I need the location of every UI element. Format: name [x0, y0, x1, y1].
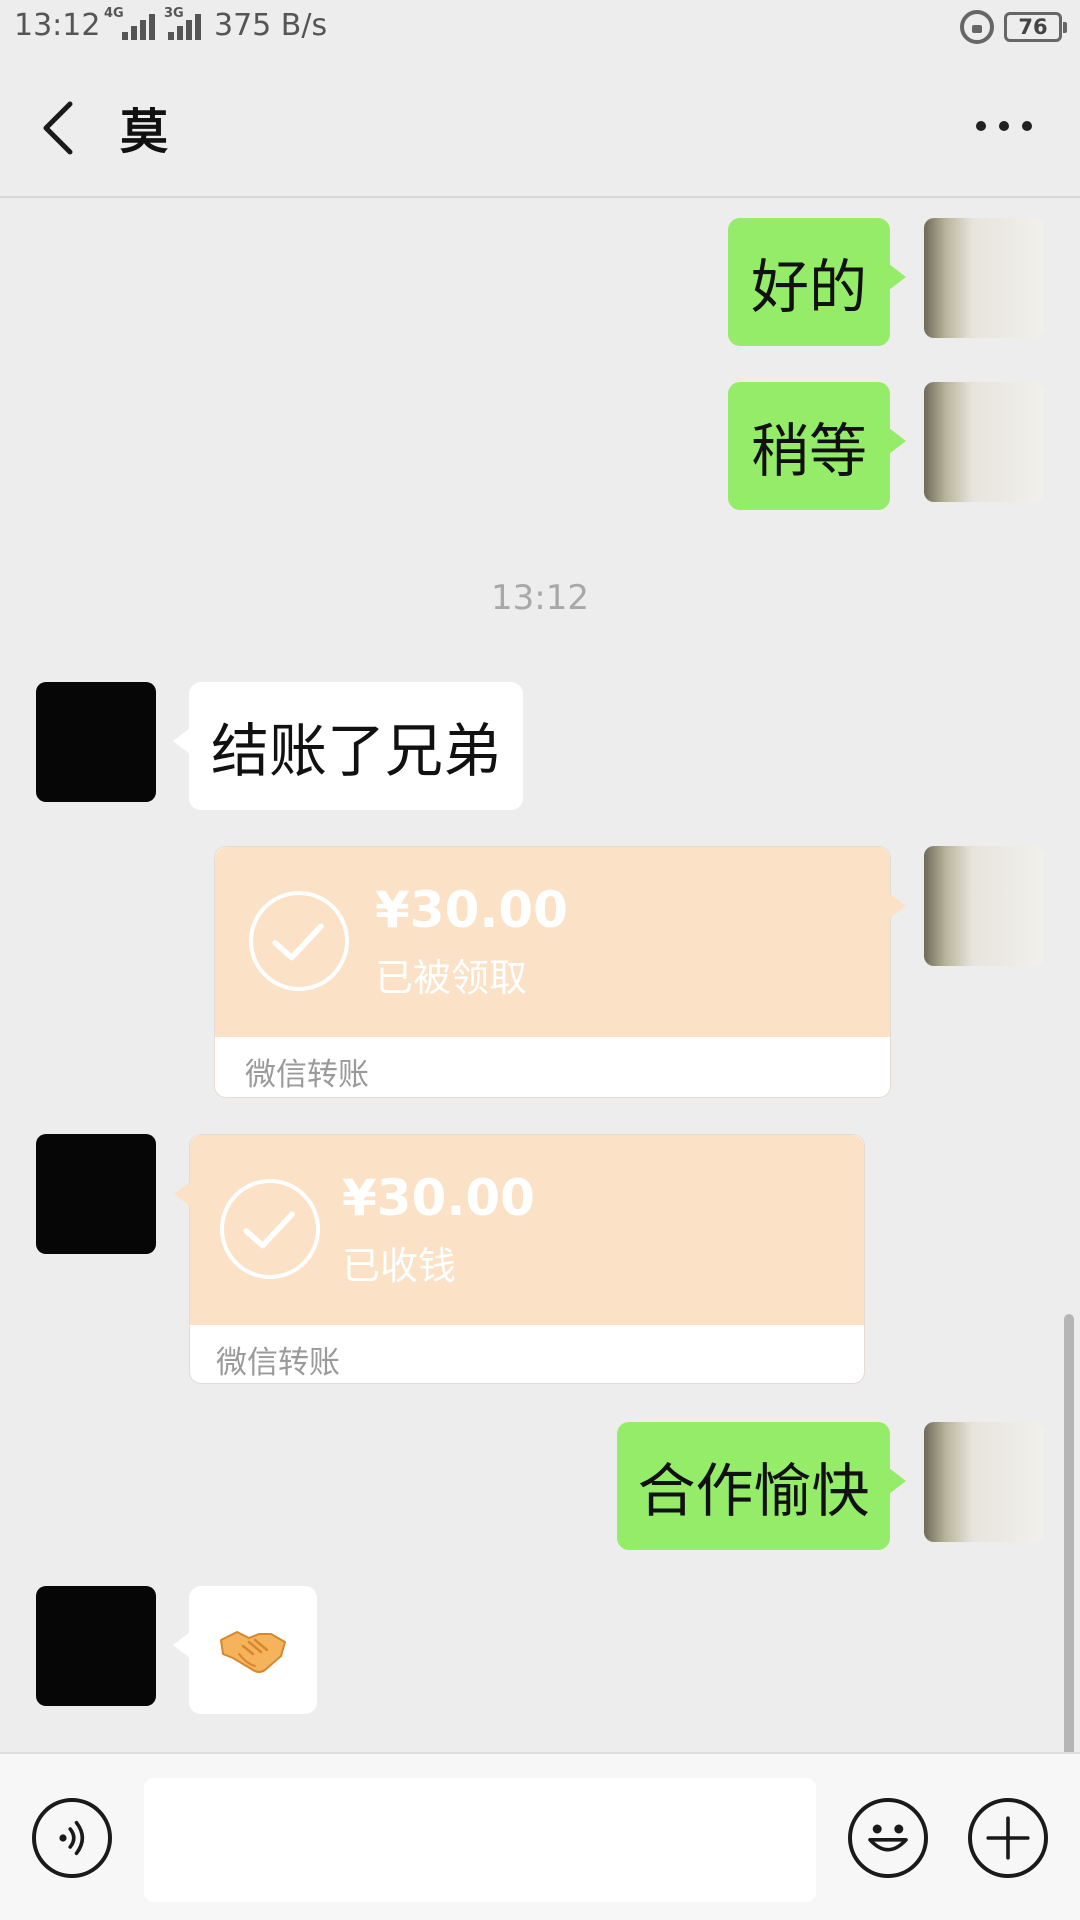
network-type-label-2: 3G [164, 6, 184, 21]
my-message-bubble[interactable]: 稍等 [728, 382, 906, 510]
message-text: 好的 [750, 253, 867, 321]
transfer-card[interactable]: ¥30.00 已收钱 微信转账 [174, 1134, 865, 1384]
my-avatar[interactable] [924, 1422, 1044, 1542]
transfer-card[interactable]: ¥30.00 已被领取 微信转账 [214, 846, 906, 1098]
plus-icon[interactable] [968, 1798, 1048, 1878]
network-speed: 375 B/s [214, 8, 328, 43]
battery-icon: 76 [1004, 12, 1067, 42]
transfer-footer-label: 微信转账 [216, 1345, 340, 1381]
rotation-lock-icon [960, 10, 994, 44]
contact-avatar[interactable] [36, 1134, 156, 1254]
message-text: 稍等 [750, 417, 867, 485]
chat-title: 莫 [120, 104, 169, 160]
check-circle-icon [220, 1179, 320, 1279]
transfer-card-body: ¥30.00 已收钱 [174, 1135, 864, 1325]
status-time: 13:12 [14, 8, 101, 43]
chat-header: 莫 [0, 56, 1080, 198]
input-bar [0, 1752, 1080, 1920]
back-arrow-icon[interactable] [36, 98, 86, 158]
transfer-status: 已被领取 [375, 956, 528, 1000]
my-avatar[interactable] [924, 846, 1044, 966]
transfer-status: 已收钱 [342, 1244, 457, 1288]
battery-level: 76 [1018, 15, 1048, 39]
emoji-icon[interactable] [848, 1798, 928, 1878]
transfer-amount: ¥30.00 [342, 1169, 535, 1227]
contact-message-bubble[interactable]: 结账了兄弟 [173, 682, 523, 810]
message-input[interactable] [144, 1778, 816, 1902]
my-message-bubble[interactable]: 合作愉快 [617, 1422, 906, 1550]
my-avatar[interactable] [924, 382, 1044, 502]
more-options-icon[interactable] [976, 114, 1032, 138]
message-text: 结账了兄弟 [210, 717, 501, 785]
signal-4g-icon: 4G [104, 6, 155, 40]
transfer-footer-label: 微信转账 [245, 1057, 369, 1093]
network-type-label: 4G [104, 6, 124, 21]
contact-avatar[interactable] [36, 1586, 156, 1706]
signal-3g-icon: 3G [164, 6, 201, 40]
my-message-bubble[interactable]: 好的 [728, 218, 906, 346]
message-text: 合作愉快 [637, 1457, 870, 1525]
contact-avatar[interactable] [36, 682, 156, 802]
voice-input-icon[interactable] [32, 1798, 112, 1878]
message-list[interactable]: 好的 稍等 13:12 结账了兄弟 ¥30.00 已被领取 微信转账 ¥30.0… [0, 198, 1080, 1920]
handshake-icon [220, 1631, 286, 1673]
check-circle-icon [249, 891, 349, 991]
transfer-amount: ¥30.00 [375, 881, 568, 939]
transfer-card-body: ¥30.00 已被领取 [215, 847, 906, 1037]
status-bar: 13:12 4G 3G 375 B/s 76 [0, 0, 1080, 56]
contact-emoji-bubble[interactable] [173, 1586, 317, 1714]
my-avatar[interactable] [924, 218, 1044, 338]
message-timestamp: 13:12 [491, 578, 589, 618]
